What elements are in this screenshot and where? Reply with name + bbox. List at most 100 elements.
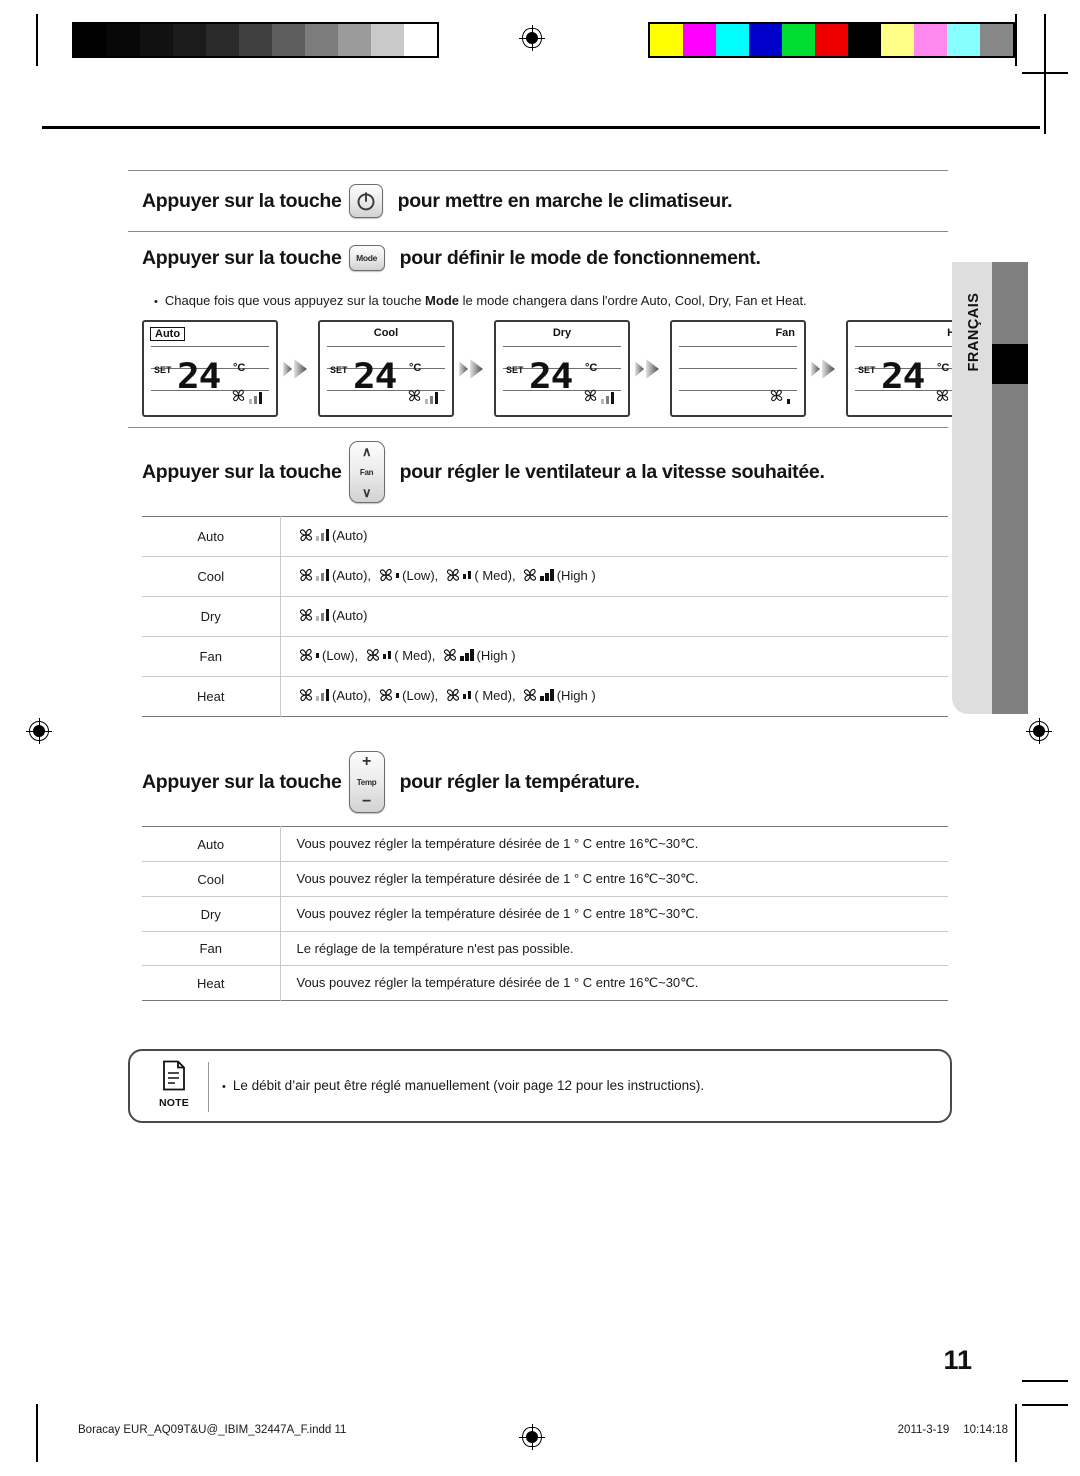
fan-table-options: (Low), ( Med), (High ) [280, 637, 948, 677]
lcd-panel-fan: Fan [670, 320, 806, 417]
fan-icon [408, 389, 420, 402]
page-content: Appuyer sur la touche pour mettre en mar… [128, 170, 982, 1123]
lcd-fan-indicator [230, 387, 262, 404]
fan-option: (Auto) [297, 526, 368, 544]
table-row: Heat (Auto), (Low), ( Med), (High ) [142, 676, 948, 717]
note-box: NOTE • Le débit d’air peut être réglé ma… [128, 1049, 952, 1123]
sequence-arrow-icon [283, 358, 307, 379]
note-content: • Le débit d’air peut être réglé manuell… [222, 1078, 704, 1093]
page-top-rule [42, 126, 1040, 129]
chevron-up-icon: ∧ [361, 444, 372, 459]
fan-button-key[interactable]: ∧ Fan ∨ [348, 441, 385, 503]
note-icon-group: NOTE [148, 1060, 200, 1109]
table-row: Cool (Auto), (Low), ( Med), (High ) [142, 556, 948, 597]
fan-instruction-text-after: pour régler le ventilateur a la vitesse … [399, 460, 825, 483]
temp-button-key[interactable]: + Temp − [348, 751, 385, 813]
fan-icon [366, 648, 379, 662]
lcd-readout: SET 24 °C [506, 357, 620, 404]
fan-speed-bars [315, 569, 329, 581]
fan-option: (High ) [521, 566, 596, 584]
sequence-arrow-icon [459, 358, 483, 379]
fan-option-caption: (Auto) [332, 607, 368, 623]
temp-table-mode: Dry [142, 896, 281, 932]
lcd-temperature-value: 24 [177, 357, 221, 397]
temp-table-mode: Fan [142, 931, 281, 966]
lcd-fan-indicator [582, 387, 614, 404]
fan-speed-bars [540, 689, 554, 701]
fan-icon [770, 389, 782, 402]
fan-option: (Low), [377, 686, 438, 704]
temperature-table: Auto Vous pouvez régler la température dé… [142, 826, 948, 1001]
fan-option-caption: ( Med), [394, 647, 436, 663]
lcd-set-label: SET [506, 365, 524, 375]
fan-speed-bars [315, 652, 319, 658]
manual-page: Appuyer sur la touche pour mettre en mar… [0, 0, 1080, 1476]
fan-table-options: (Auto), (Low), ( Med), (High ) [280, 557, 948, 597]
document-icon [163, 1060, 185, 1091]
fan-option-caption: (High ) [476, 647, 516, 663]
fan-table-mode: Dry [142, 596, 281, 637]
temp-table-description: Vous pouvez régler la température désiré… [296, 836, 699, 851]
fan-instruction-heading: Appuyer sur la touche ∧ Fan ∨ pour régle… [128, 428, 948, 516]
note-section: NOTE • Le débit d’air peut être réglé ma… [128, 1049, 952, 1123]
language-side-tab: FRANÇAIS [952, 262, 1028, 714]
lcd-panel-dry: Dry SET 24 °C [494, 320, 630, 417]
fan-speed-bars [315, 609, 329, 621]
table-row: Fan Le réglage de la température n'est pa… [142, 931, 948, 966]
fan-option-caption: (Low), [402, 567, 439, 583]
page-footer: Boracay EUR_AQ09T&U@_IBIM_32447A_F.indd … [78, 1424, 1008, 1436]
fan-option-caption: (High ) [556, 567, 596, 583]
sequence-arrow-icon [811, 358, 835, 379]
fan-table-mode: Cool [142, 556, 281, 597]
fan-instruction-text-before: Appuyer sur la touche [142, 460, 342, 483]
fan-button-label: Fan [359, 467, 374, 477]
temp-table-mode: Cool [142, 861, 281, 897]
fan-icon [446, 688, 459, 702]
side-tab-black-marker [992, 344, 1028, 384]
power-button-key[interactable] [348, 184, 383, 218]
power-instruction-heading: Appuyer sur la touche pour mettre en mar… [128, 171, 948, 231]
fan-speed-bars [462, 691, 472, 699]
mode-instruction-text-before: Appuyer sur la touche [142, 246, 342, 269]
note-label: NOTE [159, 1097, 189, 1109]
footer-date: 2011-3-19 [897, 1424, 950, 1436]
temp-instruction-text-before: Appuyer sur la touche [142, 770, 342, 793]
side-tab-dark-strip [992, 262, 1028, 714]
lcd-temperature-value: 24 [529, 357, 573, 397]
table-row: Auto Vous pouvez régler la température dé… [142, 826, 948, 862]
fan-speed-bars [786, 399, 790, 404]
fan-icon [299, 648, 312, 662]
lcd-temperature-unit: °C [409, 362, 422, 374]
lcd-set-label: SET [330, 365, 348, 375]
chevron-down-icon: ∨ [361, 485, 372, 500]
fan-option: (High ) [441, 646, 516, 664]
mode-bullet-post: le mode changera dans l'ordre Auto, Cool… [462, 293, 807, 308]
fan-speed-bars [248, 392, 262, 404]
power-instruction-text-before: Appuyer sur la touche [142, 189, 342, 212]
fan-option-caption: (Auto), [332, 687, 372, 703]
lcd-sequence: AutoSET24°CCoolSET24°CDrySET24°CFanHeatS… [128, 316, 982, 427]
temp-table-description: Vous pouvez régler la température désiré… [296, 871, 699, 886]
fan-option: (Low), [297, 646, 359, 664]
mode-button-key[interactable]: Mode [348, 245, 385, 271]
fan-icon [524, 568, 537, 582]
fan-icon [936, 389, 948, 402]
fan-option-caption: ( Med), [474, 687, 516, 703]
mode-instruction-text-after: pour définir le mode de fonctionnement. [399, 246, 761, 269]
lcd-panel-auto: Auto SET 24 °C [142, 320, 278, 417]
temp-table-description: Vous pouvez régler la température désiré… [296, 906, 699, 921]
page-number: 11 [943, 1345, 972, 1375]
fan-icon [299, 688, 312, 702]
lcd-fan-indicator [768, 387, 790, 404]
power-instruction-text-after: pour mettre en marche le climatiseur. [397, 189, 733, 212]
fan-speed-bars [395, 692, 400, 698]
fan-option-caption: (High ) [556, 687, 596, 703]
note-bullet: • [222, 1081, 226, 1093]
fan-option-caption: (Low), [322, 647, 359, 663]
lcd-temperature-unit: °C [585, 362, 598, 374]
table-row: Dry (Auto) [142, 596, 948, 637]
sequence-arrow-icon [635, 358, 659, 379]
fan-speed-bars [540, 569, 554, 581]
fan-icon [232, 389, 244, 402]
fan-option-caption: (Auto) [332, 527, 368, 543]
